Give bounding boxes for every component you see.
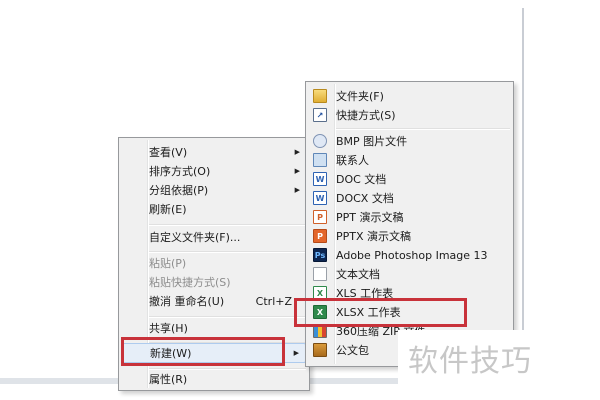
new-item-shortcut[interactable]: ↗ 快捷方式(S) xyxy=(309,106,510,125)
menu-item-group-by[interactable]: 分组依据(P) ▶ xyxy=(122,181,306,200)
menu-separator xyxy=(149,224,306,226)
menu-item-properties-label: 属性(R) xyxy=(149,373,188,386)
highlight-box-xlsx xyxy=(294,298,467,327)
new-item-contact[interactable]: 联系人 xyxy=(309,151,510,170)
new-item-label: 文件夹(F) xyxy=(336,90,384,103)
menu-item-sort-by-label: 排序方式(O) xyxy=(149,165,211,178)
new-item-label: 联系人 xyxy=(336,154,369,167)
docx-file-icon: W xyxy=(313,191,327,205)
new-item-ppt[interactable]: P PPT 演示文稿 xyxy=(309,208,510,227)
new-item-docx[interactable]: W DOCX 文档 xyxy=(309,189,510,208)
new-item-doc[interactable]: W DOC 文档 xyxy=(309,170,510,189)
submenu-arrow-icon: ▶ xyxy=(294,186,300,194)
watermark-text: 软件技巧 xyxy=(408,344,532,379)
new-item-label: 公文包 xyxy=(336,344,369,357)
new-item-label: DOCX 文档 xyxy=(336,192,394,205)
ppt-file-icon: P xyxy=(313,210,327,224)
undo-shortcut-key: Ctrl+Z xyxy=(255,295,292,308)
new-item-label: PPTX 演示文稿 xyxy=(336,230,412,243)
pptx-file-icon: P xyxy=(313,229,327,243)
doc-file-icon: W xyxy=(313,172,327,186)
menu-item-properties[interactable]: 属性(R) xyxy=(122,370,306,389)
menu-item-view[interactable]: 查看(V) ▶ xyxy=(122,143,306,162)
watermark: 软件技巧 xyxy=(398,330,600,388)
new-item-label: 快捷方式(S) xyxy=(336,109,396,122)
new-item-folder[interactable]: 文件夹(F) xyxy=(309,87,510,106)
menu-separator xyxy=(149,251,306,253)
menu-item-undo-rename[interactable]: 撤消 重命名(U) Ctrl+Z xyxy=(122,292,306,311)
new-item-label: PPT 演示文稿 xyxy=(336,211,404,224)
highlight-box-new xyxy=(121,337,285,366)
menu-item-share[interactable]: 共享(H) xyxy=(122,319,306,338)
new-item-text[interactable]: 文本文档 xyxy=(309,265,510,284)
new-item-label: BMP 图片文件 xyxy=(336,135,408,148)
menu-item-group-by-label: 分组依据(P) xyxy=(149,184,209,197)
menu-item-paste-label: 粘贴(P) xyxy=(149,257,187,270)
new-item-label: Adobe Photoshop Image 13 xyxy=(336,249,488,262)
new-item-label: DOC 文档 xyxy=(336,173,387,186)
new-item-pptx[interactable]: P PPTX 演示文稿 xyxy=(309,227,510,246)
menu-item-share-label: 共享(H) xyxy=(149,322,188,335)
window-scrollbar-edge xyxy=(522,8,524,338)
new-item-photoshop[interactable]: Ps Adobe Photoshop Image 13 xyxy=(309,246,510,265)
contact-icon xyxy=(313,153,327,167)
menu-item-paste-shortcut: 粘贴快捷方式(S) xyxy=(122,273,306,292)
menu-item-paste: 粘贴(P) xyxy=(122,254,306,273)
menu-item-undo-rename-label: 撤消 重命名(U) xyxy=(149,295,225,308)
submenu-arrow-icon: ▶ xyxy=(293,349,299,357)
bmp-file-icon xyxy=(313,134,327,148)
submenu-arrow-icon: ▶ xyxy=(294,167,300,175)
folder-icon xyxy=(313,89,327,103)
menu-item-paste-shortcut-label: 粘贴快捷方式(S) xyxy=(149,276,231,289)
menu-separator xyxy=(336,128,510,130)
menu-item-sort-by[interactable]: 排序方式(O) ▶ xyxy=(122,162,306,181)
submenu-arrow-icon: ▶ xyxy=(294,148,300,156)
menu-item-refresh[interactable]: 刷新(E) xyxy=(122,200,306,219)
menu-separator xyxy=(149,316,306,318)
menu-item-refresh-label: 刷新(E) xyxy=(149,203,187,216)
menu-item-view-label: 查看(V) xyxy=(149,146,188,159)
menu-item-customize-folder-label: 自定义文件夹(F)... xyxy=(149,231,241,244)
text-file-icon xyxy=(313,267,327,281)
briefcase-icon xyxy=(313,343,327,357)
menu-item-customize-folder[interactable]: 自定义文件夹(F)... xyxy=(122,228,306,247)
new-item-label: 文本文档 xyxy=(336,268,380,281)
new-item-bmp[interactable]: BMP 图片文件 xyxy=(309,132,510,151)
photoshop-file-icon: Ps xyxy=(313,248,327,262)
shortcut-icon: ↗ xyxy=(313,108,327,122)
